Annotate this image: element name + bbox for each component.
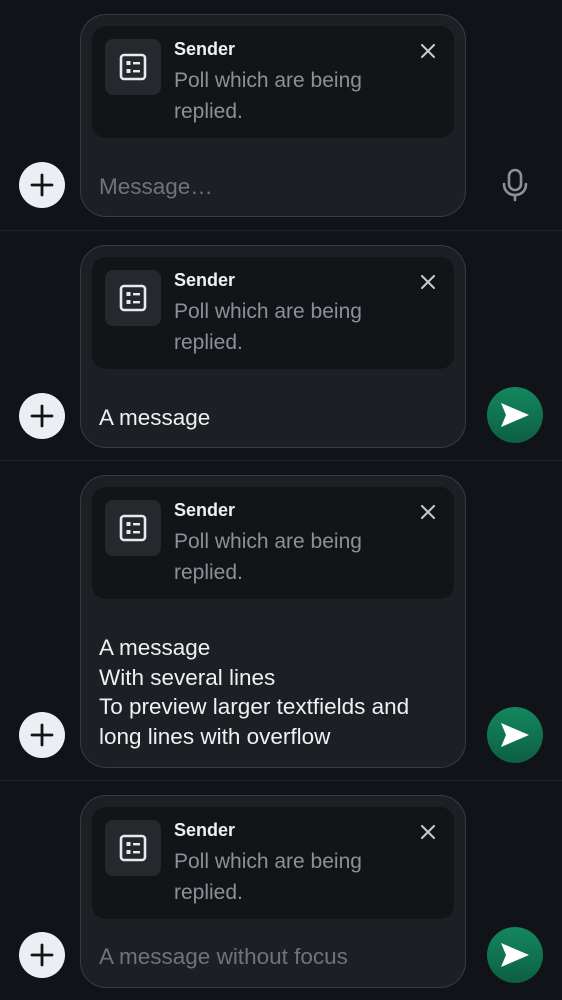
plus-icon — [30, 943, 54, 967]
reply-text: Poll which are being replied. — [174, 530, 362, 584]
poll-icon — [105, 39, 161, 95]
add-attachment-button[interactable] — [19, 162, 65, 208]
send-button[interactable] — [487, 927, 543, 983]
reply-sender: Sender — [174, 39, 236, 59]
add-attachment-button[interactable] — [19, 712, 65, 758]
plus-icon — [30, 723, 54, 747]
message-input[interactable]: A message With several lines To preview … — [99, 633, 409, 751]
send-button[interactable] — [487, 387, 543, 443]
add-attachment-button[interactable] — [19, 393, 65, 439]
message-composer: Sender Poll which are being replied. Mes… — [80, 14, 466, 217]
message-input[interactable]: Message… — [99, 172, 213, 202]
reply-text: Poll which are being replied. — [174, 69, 362, 123]
message-composer: Sender Poll which are being replied. A m… — [80, 795, 466, 988]
poll-icon — [105, 820, 161, 876]
poll-icon — [105, 270, 161, 326]
reply-text: Poll which are being replied. — [174, 300, 362, 354]
composer-row: Sender Poll which are being replied. A m… — [0, 230, 562, 460]
message-input[interactable]: A message — [99, 403, 210, 433]
message-composer: Sender Poll which are being replied. A m… — [80, 245, 466, 448]
close-reply-button[interactable] — [418, 41, 438, 61]
composer-row: Sender Poll which are being replied. Mes… — [0, 0, 562, 230]
message-composer: Sender Poll which are being replied. A m… — [80, 475, 466, 768]
reply-preview: Sender Poll which are being replied. — [92, 257, 454, 369]
plus-icon — [30, 173, 54, 197]
message-input[interactable]: A message without focus — [99, 942, 348, 972]
close-icon — [421, 44, 435, 58]
microphone-icon — [502, 168, 528, 202]
close-reply-button[interactable] — [418, 822, 438, 842]
reply-sender: Sender — [174, 270, 236, 290]
close-reply-button[interactable] — [418, 272, 438, 292]
composer-row: Sender Poll which are being replied. A m… — [0, 460, 562, 780]
send-button[interactable] — [487, 707, 543, 763]
close-icon — [421, 505, 435, 519]
reply-preview: Sender Poll which are being replied. — [92, 26, 454, 138]
send-icon — [501, 943, 529, 967]
add-attachment-button[interactable] — [19, 932, 65, 978]
composer-row: Sender Poll which are being replied. A m… — [0, 780, 562, 1000]
reply-preview: Sender Poll which are being replied. — [92, 487, 454, 599]
send-icon — [501, 723, 529, 747]
reply-preview: Sender Poll which are being replied. — [92, 807, 454, 919]
voice-message-button[interactable] — [495, 165, 535, 205]
plus-icon — [30, 404, 54, 428]
reply-sender: Sender — [174, 820, 236, 840]
reply-sender: Sender — [174, 500, 236, 520]
send-icon — [501, 403, 529, 427]
close-icon — [421, 275, 435, 289]
reply-text: Poll which are being replied. — [174, 850, 362, 904]
poll-icon — [105, 500, 161, 556]
close-reply-button[interactable] — [418, 502, 438, 522]
composer-preview-screen: Sender Poll which are being replied. Mes… — [0, 0, 562, 1000]
close-icon — [421, 825, 435, 839]
